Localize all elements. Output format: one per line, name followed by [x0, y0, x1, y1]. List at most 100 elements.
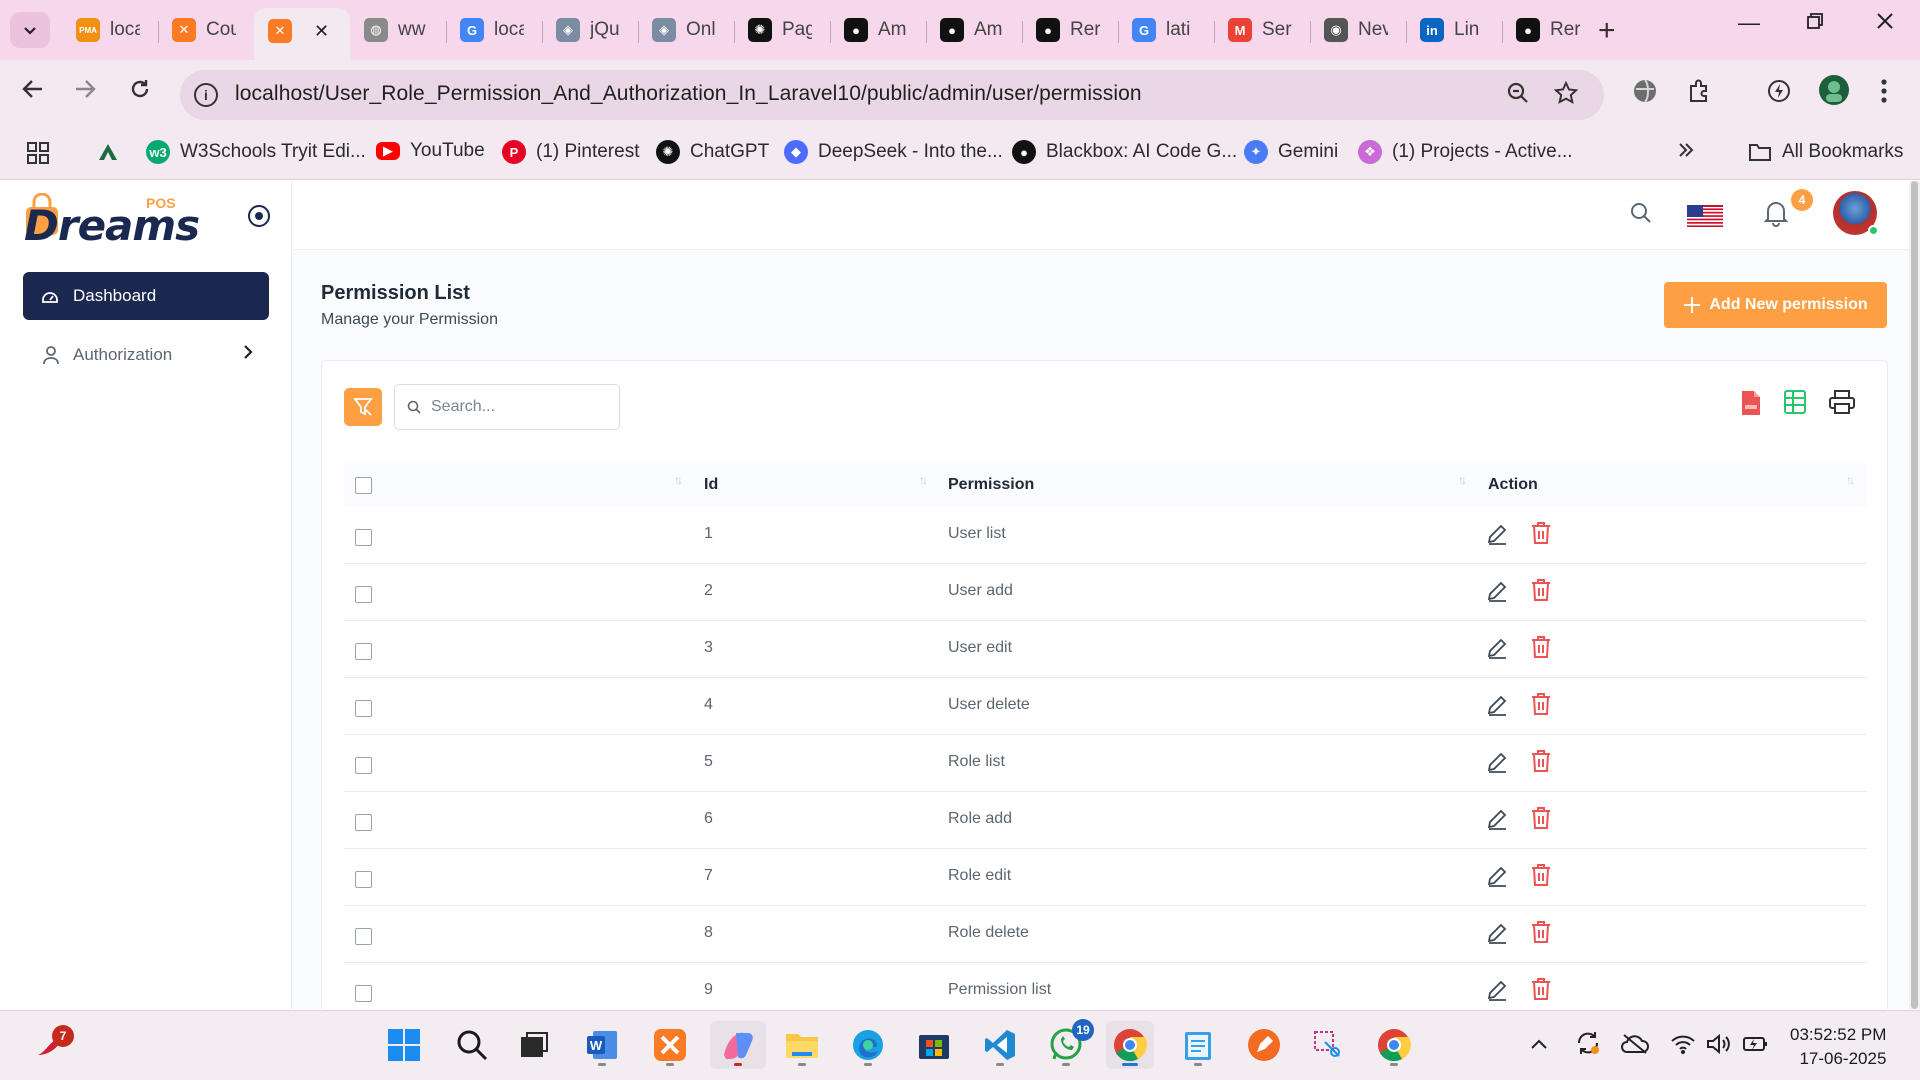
- search-input[interactable]: [431, 398, 601, 416]
- browser-tab[interactable]: ◍ ww: [350, 8, 446, 52]
- page-scrollbar[interactable]: [1909, 181, 1920, 1009]
- taskbar-pen-app[interactable]: [1240, 1021, 1288, 1069]
- restore-button[interactable]: [1806, 10, 1824, 36]
- bookmark-item[interactable]: ❖ (1) Projects - Active...: [1358, 140, 1573, 164]
- delete-icon[interactable]: [1530, 635, 1552, 664]
- delete-icon[interactable]: [1530, 692, 1552, 721]
- more-bookmarks-icon[interactable]: [1676, 140, 1696, 160]
- browser-tab[interactable]: in Lin: [1406, 8, 1502, 52]
- browser-tab[interactable]: ● Rer: [1502, 8, 1598, 52]
- performance-icon[interactable]: [1766, 78, 1792, 109]
- edit-icon[interactable]: [1486, 979, 1508, 1006]
- bookmark-item[interactable]: w3 W3Schools Tryit Edi...: [146, 140, 366, 164]
- search-icon[interactable]: [1629, 201, 1653, 230]
- close-tab-icon[interactable]: ✕: [314, 21, 329, 42]
- back-button[interactable]: [20, 76, 46, 109]
- zoom-icon[interactable]: [1506, 81, 1530, 112]
- taskbar-xampp[interactable]: [646, 1021, 694, 1069]
- row-checkbox[interactable]: [355, 985, 372, 1002]
- row-checkbox[interactable]: [355, 643, 372, 660]
- browser-tab[interactable]: ● Am: [830, 8, 926, 52]
- taskbar-file-explorer[interactable]: [778, 1021, 826, 1069]
- taskbar-notepad[interactable]: [1174, 1021, 1222, 1069]
- sidebar-toggle-icon[interactable]: [248, 205, 270, 227]
- apps-grid-icon[interactable]: [26, 141, 50, 165]
- browser-tab[interactable]: ✺ Pag: [734, 8, 830, 52]
- sidebar-item-authorization[interactable]: Authorization: [23, 331, 269, 379]
- taskbar-edge[interactable]: [844, 1021, 892, 1069]
- battery-charging-icon[interactable]: [1742, 1033, 1770, 1061]
- taskbar-vscode[interactable]: [976, 1021, 1024, 1069]
- bookmark-item[interactable]: ▶ YouTube: [376, 140, 485, 162]
- onedrive-offline-icon[interactable]: [1620, 1033, 1650, 1061]
- edit-icon[interactable]: [1486, 637, 1508, 664]
- browser-tab[interactable]: ◈ Onl: [638, 8, 734, 52]
- row-checkbox[interactable]: [355, 700, 372, 717]
- browser-tab[interactable]: M Ser: [1214, 8, 1310, 52]
- browser-tab[interactable]: ● Am: [926, 8, 1022, 52]
- start-button[interactable]: [380, 1021, 428, 1069]
- sort-icon[interactable]: ↑↓: [919, 473, 928, 487]
- sort-icon[interactable]: ↑↓: [674, 473, 683, 487]
- taskbar-snipping-tool[interactable]: [1304, 1021, 1352, 1069]
- export-excel-icon[interactable]: [1784, 390, 1806, 419]
- show-hidden-icons-button[interactable]: [1530, 1033, 1548, 1056]
- extension-globe-icon[interactable]: [1632, 78, 1658, 109]
- browser-tab[interactable]: PMA loca: [62, 8, 158, 52]
- delete-icon[interactable]: [1530, 863, 1552, 892]
- volume-icon[interactable]: [1706, 1033, 1732, 1061]
- bookmark-item[interactable]: ◆ DeepSeek - Into the...: [784, 140, 1003, 164]
- edit-icon[interactable]: [1486, 694, 1508, 721]
- edit-icon[interactable]: [1486, 808, 1508, 835]
- row-checkbox[interactable]: [355, 586, 372, 603]
- edit-icon[interactable]: [1486, 523, 1508, 550]
- edit-icon[interactable]: [1486, 751, 1508, 778]
- edit-icon[interactable]: [1486, 922, 1508, 949]
- row-checkbox[interactable]: [355, 814, 372, 831]
- url-text[interactable]: localhost/User_Role_Permission_And_Autho…: [235, 82, 1142, 106]
- taskbar-whatsapp[interactable]: 19: [1042, 1019, 1094, 1069]
- notification-bell-icon[interactable]: [1763, 199, 1789, 232]
- browser-tab[interactable]: Glati: [1118, 8, 1214, 52]
- search-field[interactable]: [394, 384, 620, 430]
- new-tab-button[interactable]: +: [1598, 14, 1616, 48]
- taskbar-task-view[interactable]: [510, 1021, 558, 1069]
- taskbar-chrome-profile[interactable]: [1370, 1021, 1418, 1069]
- row-checkbox[interactable]: [355, 529, 372, 546]
- tab-search-button[interactable]: [10, 12, 50, 48]
- delete-icon[interactable]: [1530, 977, 1552, 1006]
- delete-icon[interactable]: [1530, 749, 1552, 778]
- bookmark-item[interactable]: ✦ Gemini: [1244, 140, 1338, 164]
- taskbar-store[interactable]: [910, 1021, 958, 1069]
- browser-tab[interactable]: ✕ ✕: [254, 8, 350, 60]
- browser-tab[interactable]: ◈ jQu: [542, 8, 638, 52]
- sort-icon[interactable]: ↑↓: [1458, 473, 1467, 487]
- taskbar-copilot[interactable]: [710, 1021, 766, 1069]
- bookmark-item[interactable]: ✺ ChatGPT: [656, 140, 769, 164]
- site-info-icon[interactable]: i: [194, 83, 218, 107]
- browser-menu-icon[interactable]: [1880, 78, 1888, 109]
- sort-icon[interactable]: ↑↓: [1846, 473, 1855, 487]
- forward-button[interactable]: [72, 76, 98, 109]
- add-new-permission-button[interactable]: Add New permission: [1664, 282, 1887, 328]
- row-checkbox[interactable]: [355, 757, 372, 774]
- select-all-checkbox[interactable]: [355, 477, 372, 494]
- column-header-id[interactable]: Id: [704, 476, 718, 494]
- taskbar-notification-app[interactable]: 7: [28, 1021, 76, 1069]
- row-checkbox[interactable]: [355, 928, 372, 945]
- address-bar[interactable]: i localhost/User_Role_Permission_And_Aut…: [180, 70, 1604, 120]
- browser-tab[interactable]: ● Rer: [1022, 8, 1118, 52]
- close-window-button[interactable]: [1876, 10, 1894, 36]
- browser-tab[interactable]: ◉ Nev: [1310, 8, 1406, 52]
- edit-icon[interactable]: [1486, 580, 1508, 607]
- sidebar-item-dashboard[interactable]: Dashboard: [23, 272, 269, 320]
- delete-icon[interactable]: [1530, 578, 1552, 607]
- bookmark-a-icon[interactable]: [96, 140, 120, 164]
- bookmark-item[interactable]: P (1) Pinterest: [502, 140, 639, 164]
- extensions-puzzle-icon[interactable]: [1686, 78, 1712, 109]
- profile-avatar[interactable]: [1818, 74, 1850, 111]
- taskbar-search[interactable]: [448, 1021, 496, 1069]
- sync-icon[interactable]: [1574, 1029, 1602, 1063]
- taskbar-word[interactable]: W: [578, 1021, 626, 1069]
- delete-icon[interactable]: [1530, 521, 1552, 550]
